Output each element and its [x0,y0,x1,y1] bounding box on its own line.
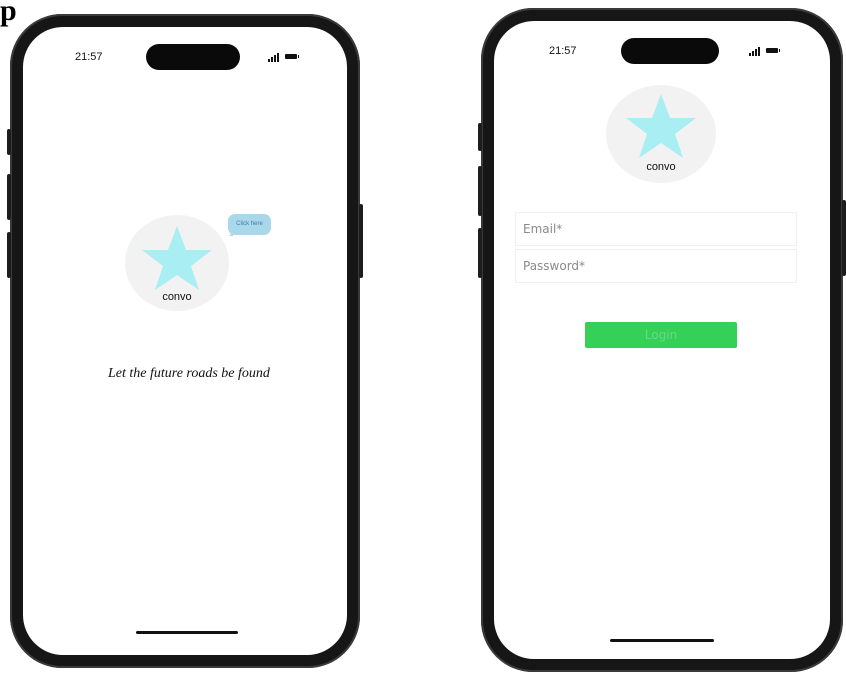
status-time: 21:57 [549,45,577,57]
login-button[interactable]: Login [585,322,737,348]
login-screen: 21:57 convo Login [494,21,830,659]
power-button [842,200,846,276]
power-button [359,204,363,278]
phone-frame-login: 21:57 convo Login [478,8,846,672]
home-indicator [610,639,714,642]
home-indicator [136,631,238,634]
bubble-tail [226,232,233,236]
page-corner-glyph: p [0,0,17,27]
signal-icon [749,46,763,56]
dynamic-island [146,44,240,70]
dynamic-island [621,38,719,64]
signal-icon [268,52,282,62]
status-time: 21:57 [75,51,103,63]
volume-up-button [7,174,11,220]
logo-label: convo [162,291,192,303]
star-icon [626,94,696,158]
star-icon [142,226,212,290]
logo-label: convo [646,161,676,173]
battery-icon [285,54,299,59]
volume-up-button [478,166,482,216]
tagline: Let the future roads be found [108,366,270,381]
click-here-bubble[interactable]: Click here [228,214,271,235]
battery-icon [766,48,780,53]
password-input[interactable] [515,249,797,283]
email-input[interactable] [515,212,797,246]
convo-logo: convo [606,85,716,183]
volume-down-button [478,228,482,278]
convo-logo: convo [125,215,229,311]
volume-down-button [7,232,11,278]
side-button [7,129,11,155]
splash-screen: 21:57 Click here convo Let the future ro… [23,27,347,655]
phone-frame-splash: 21:57 Click here convo Let the future ro… [7,14,363,668]
side-button [478,123,482,151]
